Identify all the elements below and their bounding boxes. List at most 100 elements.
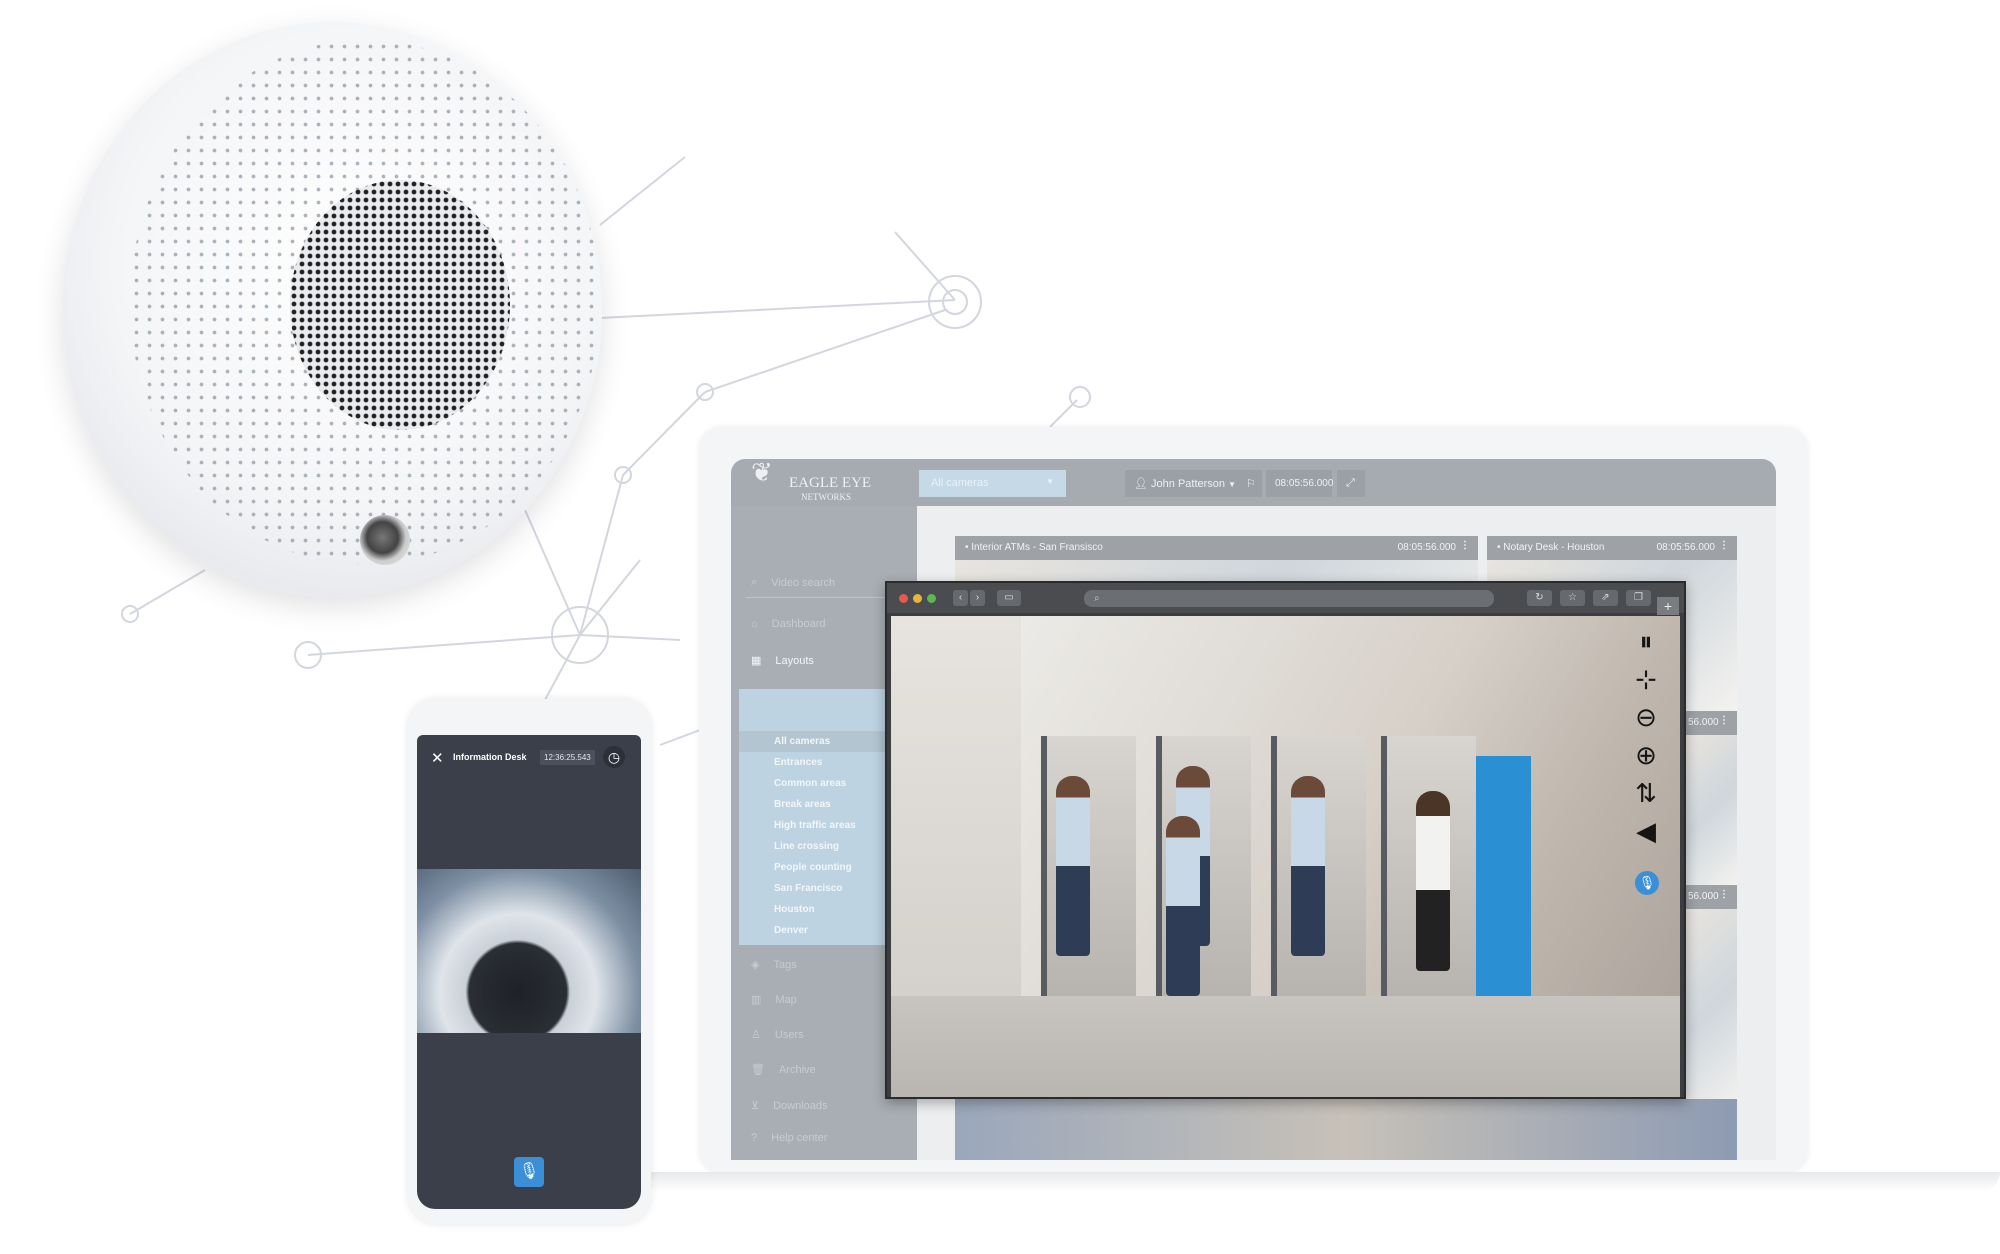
floor xyxy=(891,996,1680,1097)
person xyxy=(1056,776,1090,956)
more-icon[interactable]: ⋮ xyxy=(1719,540,1729,551)
minimize-dot[interactable] xyxy=(913,594,922,603)
browser-window: ‹ › ▭ ⌕ ↻ ☆ ⇗ ❐ + ⏸︎ ⊹ ⊖ ⊕ ⇅ ◀ 🎙︎ xyxy=(885,581,1686,1099)
more-icon[interactable]: ⋮ xyxy=(1719,715,1729,726)
close-dot[interactable] xyxy=(899,594,908,603)
video-player[interactable]: ⏸︎ ⊹ ⊖ ⊕ ⇅ ◀ 🎙︎ xyxy=(891,616,1680,1097)
layout-item[interactable]: Entrances xyxy=(774,757,822,768)
zoom-in-button[interactable]: ⊕ xyxy=(1629,740,1663,770)
video-search[interactable]: ⌕ Video search xyxy=(751,576,835,589)
address-bar[interactable]: ⌕ xyxy=(1084,590,1494,607)
pause-icon: ⏸︎ xyxy=(1639,626,1653,656)
microphone-button[interactable]: 🎙︎ xyxy=(1635,871,1659,895)
zoom-out-button[interactable]: ⊖ xyxy=(1629,702,1663,732)
sidebar-item-users[interactable]: ♙ Users xyxy=(751,1028,804,1042)
close-button[interactable]: ✕ xyxy=(431,749,444,767)
camera-title: Interior ATMs - San Fransisco xyxy=(971,542,1103,553)
layout-item[interactable]: Break areas xyxy=(774,799,831,810)
search-label: Video search xyxy=(771,576,836,589)
collapse-icon: ⊹ xyxy=(1635,664,1657,694)
sidebar-item-label: Users xyxy=(774,1028,804,1041)
layout-item[interactable]: People counting xyxy=(774,862,852,873)
speaker-button[interactable]: ◀ xyxy=(1629,816,1663,846)
pause-button[interactable]: ⏸︎ xyxy=(1629,626,1663,656)
eagle-icon: ❦ xyxy=(751,459,773,487)
app-header: ❦ EAGLE EYE NETWORKS All cameras ▼ 👤︎ Joh… xyxy=(731,459,1776,506)
layout-item[interactable]: Houston xyxy=(774,904,815,915)
collapse-button[interactable]: ⊹ xyxy=(1629,664,1663,694)
expand-icon: ⤢ xyxy=(1346,477,1355,489)
sidebar-item-label: Downloads xyxy=(773,1099,828,1112)
swap-button[interactable]: ⇅ xyxy=(1629,778,1663,808)
layout-item[interactable]: Line crossing xyxy=(774,841,839,852)
reload-button[interactable]: ↻ xyxy=(1527,590,1552,606)
camera-time: 12:36:25.543 xyxy=(540,750,595,765)
tabs-icon: ❐ xyxy=(1634,592,1643,603)
close-icon: ✕ xyxy=(431,750,444,767)
sidebar-item-label: Tags xyxy=(773,958,797,971)
sidebar-item-label: Help center xyxy=(771,1132,828,1144)
bookmark-button[interactable]: ☆ xyxy=(1560,590,1585,606)
flag-button[interactable]: ⚐ xyxy=(1237,470,1262,497)
sidebar-item-tags[interactable]: ◈ Tags xyxy=(751,958,797,972)
grid-icon: ▦ xyxy=(751,655,762,667)
fullscreen-button[interactable]: ⤢ xyxy=(1337,470,1365,497)
swap-icon: ⇅ xyxy=(1635,778,1657,808)
sidebar-item-map[interactable]: ▥ Map xyxy=(751,993,797,1007)
more-icon[interactable]: ⋮ xyxy=(1719,889,1729,900)
sidebar-item-layouts[interactable]: ▦ Layouts xyxy=(751,654,814,668)
sidebar-item-label: Archive xyxy=(778,1063,816,1076)
microphone-icon: 🎙︎ xyxy=(1638,875,1656,890)
map-icon: ▥ xyxy=(751,994,762,1006)
new-tab-button[interactable]: + xyxy=(1657,597,1679,615)
sidebar-item-help[interactable]: ? Help center xyxy=(751,1132,827,1144)
layout-item[interactable]: San Francisco xyxy=(774,883,842,894)
more-icon[interactable]: ⋮ xyxy=(1460,540,1470,551)
maximize-dot[interactable] xyxy=(927,594,936,603)
timestamp-text: 08:05:56.000 xyxy=(1275,478,1334,489)
brand-name: EAGLE EYE xyxy=(789,475,872,491)
laptop-base xyxy=(640,1172,2000,1192)
layout-item[interactable]: All cameras xyxy=(774,736,830,747)
sidebar-icon: ▭ xyxy=(1004,592,1014,603)
sidebar-item-archive[interactable]: 🗑︎ Archive xyxy=(751,1063,816,1077)
tabs-button[interactable]: ❐ xyxy=(1626,590,1651,606)
camera-tile-header: 56.000 ⋮ xyxy=(1686,885,1737,909)
microphone-icon: 🎙︎ xyxy=(518,1163,540,1180)
chevron-down-icon: ▼ xyxy=(1228,480,1237,489)
share-button[interactable]: ⇗ xyxy=(1593,590,1618,606)
plus-icon: + xyxy=(1663,598,1673,614)
camera-tile-header: 56.000 ⋮ xyxy=(1686,711,1737,735)
search-icon: ⌕ xyxy=(751,576,758,588)
user-icon: ♙ xyxy=(751,1029,761,1041)
person xyxy=(1416,791,1450,971)
camera-feed[interactable] xyxy=(1686,909,1737,1109)
speaker-icon: ◀ xyxy=(1636,816,1656,846)
layout-select[interactable]: All cameras ▼ xyxy=(919,470,1066,497)
sidebar-toggle[interactable]: ▭ xyxy=(997,590,1021,606)
camera-feed[interactable] xyxy=(1686,735,1737,885)
camera-time: 08:05:56.000 xyxy=(1656,542,1715,553)
camera-time: 56.000 xyxy=(1688,891,1719,902)
phone-microphone-button[interactable]: 🎙︎ xyxy=(514,1157,544,1187)
sidebar-item-dashboard[interactable]: ⌂ Dashboard xyxy=(751,618,825,630)
sidebar-item-downloads[interactable]: ⊻ Downloads xyxy=(751,1099,828,1113)
layout-item[interactable]: Common areas xyxy=(774,778,846,789)
star-icon: ☆ xyxy=(1568,592,1577,603)
speaker-sensor xyxy=(360,515,410,565)
back-button[interactable]: ‹ xyxy=(953,590,968,606)
reload-icon: ↻ xyxy=(1535,592,1544,603)
trash-icon: 🗑︎ xyxy=(751,1064,765,1076)
flag-icon: ⚐ xyxy=(1246,478,1256,490)
chevron-left-icon: ‹ xyxy=(958,592,963,603)
history-button[interactable]: ◷ xyxy=(603,746,625,768)
browser-toolbar: ‹ › ▭ ⌕ ↻ ☆ ⇗ ❐ + xyxy=(887,583,1684,615)
camera-feed[interactable] xyxy=(955,1099,1737,1160)
phone-camera-feed[interactable] xyxy=(417,869,641,1033)
layout-item[interactable]: Denver xyxy=(774,925,808,936)
layout-item[interactable]: High traffic areas xyxy=(774,820,856,831)
brand-sub: NETWORKS xyxy=(801,492,851,502)
forward-button[interactable]: › xyxy=(970,590,985,606)
chevron-down-icon: ▼ xyxy=(1046,477,1054,486)
camera-title: Information Desk xyxy=(453,752,527,762)
